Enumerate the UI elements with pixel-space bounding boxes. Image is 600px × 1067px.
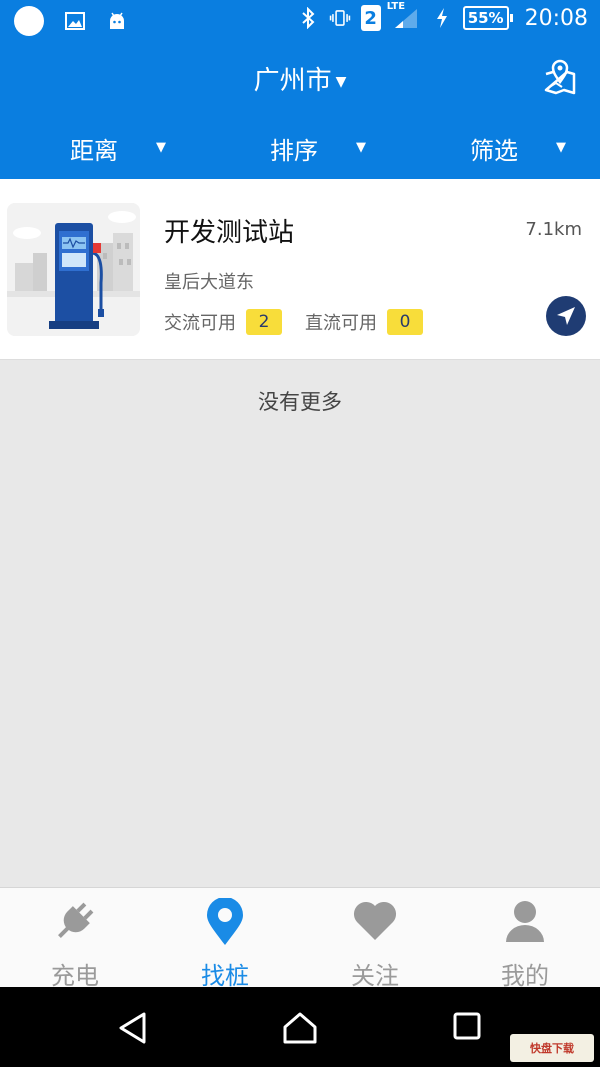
- plug-icon: [58, 902, 94, 938]
- tab-mine[interactable]: 我的: [450, 888, 600, 990]
- battery-level: 55%: [462, 6, 513, 30]
- clock: 20:08: [524, 5, 588, 31]
- location-pin-icon: [207, 898, 243, 945]
- list-end-message: 没有更多: [258, 390, 342, 414]
- lte-signal-icon: LTE: [387, 1, 421, 29]
- dc-count-badge: 0: [387, 309, 423, 335]
- filter-distance[interactable]: 距离 ▼: [0, 128, 200, 170]
- image-notification-icon: [64, 10, 86, 32]
- station-name: 开发测试站: [164, 218, 295, 248]
- watermark-logo: 快盘下载: [510, 1034, 594, 1062]
- filter-label: 距离: [70, 137, 118, 165]
- android-notification-icon: [106, 10, 128, 32]
- caret-down-icon: ▼: [356, 140, 366, 155]
- filter-bar: 距离 ▼ 排序 ▼ 筛选 ▼: [0, 128, 600, 170]
- caret-down-icon: ▼: [556, 140, 566, 155]
- charging-bolt-icon: [431, 7, 453, 29]
- system-status: 2 LTE 55% 20:08: [297, 1, 588, 31]
- network-type: LTE: [386, 1, 406, 12]
- tab-label: 关注: [351, 962, 399, 990]
- station-card[interactable]: 开发测试站 7.1km 皇后大道东 交流可用 2 直流可用 0: [0, 179, 600, 360]
- status-bar: 2 LTE 55% 20:08: [0, 0, 600, 40]
- filter-label: 排序: [270, 137, 318, 165]
- sim-slot-badge: 2: [360, 5, 381, 31]
- station-distance: 7.1km: [525, 219, 582, 240]
- filter-screen[interactable]: 筛选 ▼: [400, 128, 600, 170]
- ac-label: 交流可用: [164, 313, 236, 334]
- vibrate-icon: [329, 7, 351, 29]
- notification-dot-icon: [14, 6, 44, 36]
- user-icon: [506, 901, 544, 942]
- dc-availability: 直流可用 0: [305, 309, 423, 335]
- tab-charge[interactable]: 充电: [0, 888, 150, 990]
- tab-find-pile[interactable]: 找桩: [150, 888, 300, 990]
- tab-label: 我的: [501, 962, 549, 990]
- city-name: 广州市: [253, 66, 332, 96]
- city-selector[interactable]: 广州市 ▼: [0, 60, 600, 97]
- charging-pile-illustration-icon: [7, 203, 140, 336]
- ac-availability: 交流可用 2: [164, 309, 282, 335]
- back-icon[interactable]: [116, 1011, 150, 1045]
- home-icon[interactable]: [282, 1011, 318, 1045]
- bottom-tab-bar: 充电 找桩 关注 我的: [0, 887, 600, 990]
- notification-icons: [14, 6, 128, 36]
- navigate-button[interactable]: [546, 296, 586, 336]
- tab-follow[interactable]: 关注: [300, 888, 450, 990]
- station-address: 皇后大道东: [164, 272, 254, 293]
- filter-sort[interactable]: 排序 ▼: [200, 128, 400, 170]
- bluetooth-icon: [297, 7, 319, 29]
- map-view-button[interactable]: [542, 58, 578, 96]
- tab-label: 找桩: [201, 962, 249, 990]
- filter-label: 筛选: [470, 137, 518, 165]
- app-bar: 广州市 ▼ 距离 ▼ 排序 ▼ 筛选 ▼: [0, 40, 600, 179]
- caret-down-icon: ▼: [335, 73, 347, 90]
- navigation-arrow-icon: [557, 307, 575, 325]
- dc-label: 直流可用: [305, 313, 377, 334]
- charging-station-thumbnail: [7, 203, 140, 336]
- heart-icon: [353, 901, 397, 940]
- caret-down-icon: ▼: [156, 140, 166, 155]
- recent-apps-icon[interactable]: [452, 1011, 482, 1041]
- map-pin-icon: [544, 59, 576, 95]
- tab-label: 充电: [51, 962, 99, 990]
- ac-count-badge: 2: [246, 309, 282, 335]
